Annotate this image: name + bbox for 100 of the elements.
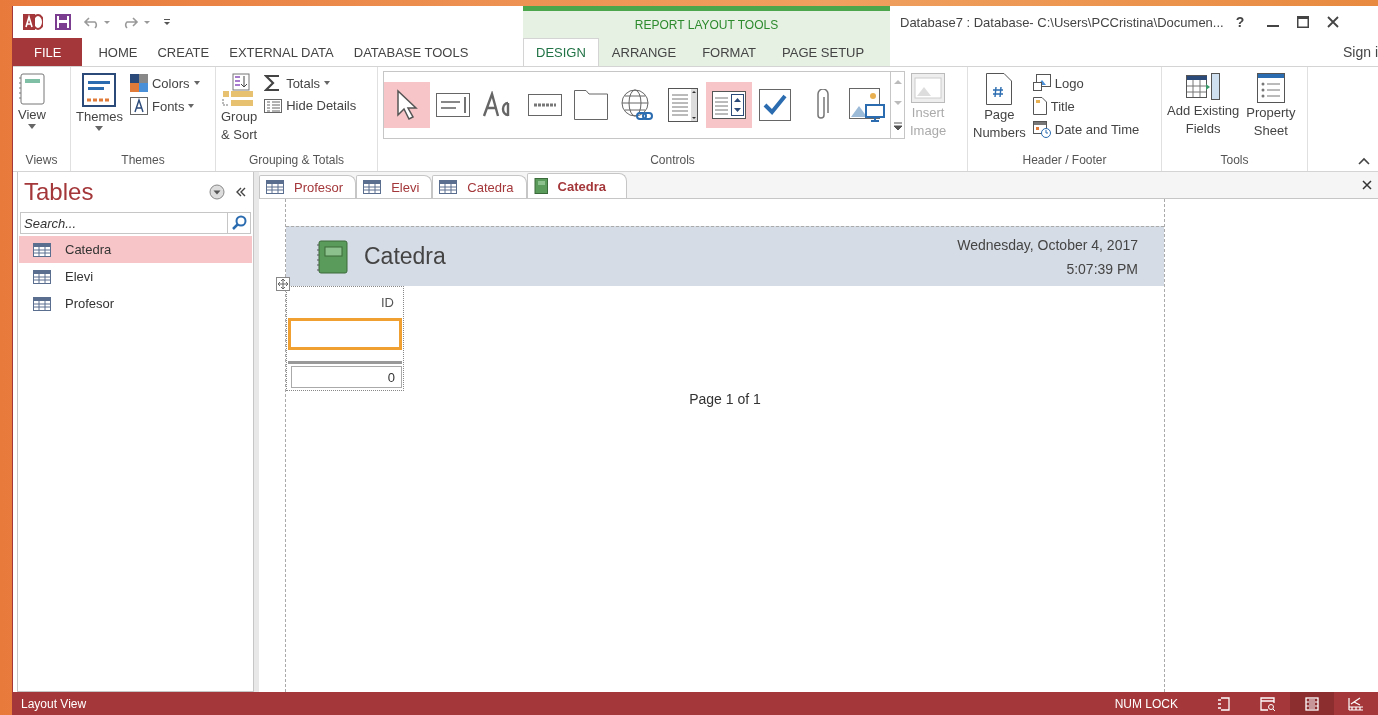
close-icon[interactable] [1327, 16, 1340, 28]
colors-button[interactable]: Colors [127, 73, 202, 93]
ribbon-tab[interactable]: PAGE SETUP [769, 38, 878, 66]
add-existing-fields-button[interactable]: Add Existing Fields [1165, 71, 1242, 139]
title-button[interactable]: Title [1030, 96, 1142, 116]
group-label: Header / Footer [1021, 152, 1108, 169]
color-palette-icon [129, 74, 148, 92]
save-icon[interactable] [55, 14, 71, 30]
redo-icon[interactable] [123, 15, 151, 29]
ribbon-tab[interactable]: EXTERNAL DATA [219, 38, 344, 66]
property-sheet-button[interactable]: Property Sheet [1244, 71, 1298, 141]
customize-menu-icon[interactable] [163, 18, 171, 26]
table-icon [266, 180, 284, 194]
status-view-label: Layout View [20, 696, 88, 711]
document-tab[interactable]: Elevi [356, 175, 433, 198]
print-preview-icon [1260, 696, 1276, 711]
button-control-icon [528, 94, 562, 116]
text-box-icon [436, 93, 470, 117]
page-number-icon [986, 73, 1013, 105]
report-title: Catedra [364, 243, 447, 270]
list-details-icon [264, 97, 283, 113]
ribbon-tab[interactable]: FORMAT [689, 38, 770, 66]
view-button[interactable]: View [16, 71, 48, 131]
collapse-pane-icon[interactable] [235, 186, 247, 198]
sign-in-link[interactable]: Sign i [1342, 44, 1378, 60]
access-logo-icon [23, 13, 43, 31]
hide-details-button[interactable]: Hide Details [262, 96, 359, 114]
group-sort-button[interactable]: Group & Sort [219, 71, 260, 145]
document-tab[interactable]: Catedra [432, 175, 527, 198]
close-document-icon[interactable] [1362, 180, 1372, 190]
document-tab[interactable]: Catedra [526, 173, 627, 198]
caret-icon [188, 104, 195, 108]
total-text-box[interactable]: 0 [291, 366, 402, 388]
font-icon [129, 97, 148, 115]
report-date: Wednesday, October 4, 2017 [957, 236, 1138, 253]
caret-icon [193, 81, 200, 85]
move-handle-icon[interactable] [276, 277, 290, 291]
group-label: Tools [1219, 152, 1250, 169]
document-tab[interactable]: Profesor [259, 175, 357, 198]
navigation-item[interactable]: Catedra [19, 236, 252, 263]
ribbon-tab[interactable]: ARRANGE [598, 38, 690, 66]
theme-swatch-icon [82, 73, 117, 107]
dropdown-circle-icon[interactable] [209, 184, 225, 200]
logo-button[interactable]: Logo [1030, 73, 1142, 93]
maximize-icon[interactable] [1297, 16, 1310, 28]
group-label: Controls [649, 152, 696, 169]
themes-button[interactable]: Themes [74, 71, 125, 133]
property-list-icon [1256, 73, 1285, 103]
date-and-time-button[interactable]: Date and Time [1030, 119, 1142, 139]
ribbon-tab[interactable]: DESIGN [523, 38, 599, 66]
table-icon [33, 296, 51, 311]
pointer-icon [396, 89, 418, 121]
design-view-icon [1348, 696, 1364, 711]
caret-icon [28, 124, 36, 129]
report-time: 5:07:39 PM [1066, 260, 1138, 277]
column-header: ID [380, 294, 395, 312]
search-field[interactable]: Search... [20, 212, 227, 234]
caret-icon [324, 81, 331, 85]
collapse-ribbon-icon[interactable] [1358, 157, 1370, 165]
group-label: Grouping & Totals [247, 152, 346, 169]
image-icon [911, 73, 946, 103]
navigation-pane-title: Tables [24, 178, 95, 206]
help-button[interactable]: ? [1231, 14, 1249, 30]
search-icon[interactable] [227, 212, 251, 234]
page-numbers-button[interactable]: Page Numbers [971, 71, 1028, 143]
table-icon [439, 180, 458, 194]
layout-view-icon [1305, 696, 1319, 711]
calendar-clock-icon [1032, 120, 1051, 138]
undo-icon[interactable] [83, 15, 111, 29]
navigation-item[interactable]: Elevi [19, 263, 252, 290]
pointer-control-button[interactable] [384, 82, 430, 128]
group-label: Views [24, 152, 59, 169]
list-box-icon [668, 88, 698, 122]
ribbon-tab[interactable]: CREATE [147, 38, 220, 66]
table-fields-icon [1186, 73, 1221, 101]
ribbon-tab[interactable]: DATABASE TOOLS [343, 38, 479, 66]
ribbon-tab[interactable]: HOME [88, 38, 148, 66]
page-footer-text: Page 1 of 1 [688, 391, 762, 407]
document-icon [1032, 97, 1047, 115]
navigation-item[interactable]: Profesor [19, 290, 252, 317]
report-view-icon [1217, 696, 1231, 711]
table-icon [33, 269, 51, 284]
report-icon [316, 239, 348, 274]
fonts-button[interactable]: Fonts [127, 96, 202, 116]
contextual-tab-group-label: REPORT LAYOUT TOOLS [633, 16, 780, 34]
folder-tab-icon [574, 90, 608, 120]
num-lock-indicator: NUM LOCK [1114, 696, 1178, 711]
layout-view-button[interactable] [1290, 692, 1334, 715]
caret-icon [95, 126, 104, 131]
more-icon[interactable] [892, 120, 903, 131]
combo-box-icon [712, 91, 746, 119]
notebook-icon [18, 73, 46, 105]
window-title: Database7 : Database- C:\Users\PCCristina\Documen... [900, 14, 1224, 30]
globe-link-icon [620, 88, 654, 122]
checkbox-icon [759, 89, 791, 121]
totals-button[interactable]: Totals [262, 73, 359, 93]
table-icon [363, 180, 382, 194]
ribbon-tab[interactable]: FILE [13, 38, 83, 66]
combobox-control-button[interactable] [706, 82, 752, 128]
report-icon [533, 178, 548, 194]
